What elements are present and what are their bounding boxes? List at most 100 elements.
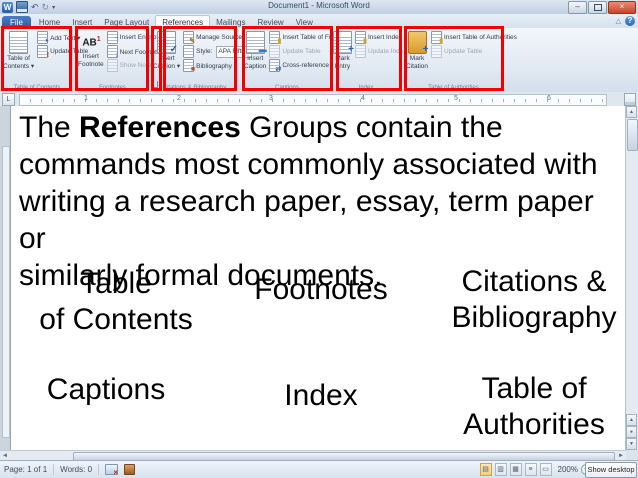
- group-label-table-of-contents: Table of Contents: [13, 85, 61, 91]
- insert-caption-button[interactable]: ▬ Insert Caption: [243, 28, 267, 92]
- proofing-errors-icon[interactable]: [105, 464, 119, 477]
- insert-endnote-icon: ¯: [106, 31, 119, 45]
- style-icon: [183, 45, 195, 58]
- web-layout-icon[interactable]: ▦: [509, 463, 522, 476]
- divider: [53, 464, 55, 475]
- tab-review[interactable]: Review: [251, 16, 289, 28]
- document-page[interactable]: The References Groups contain the comman…: [10, 106, 627, 450]
- table-of-contents-button[interactable]: Table of Contents ▾: [2, 28, 35, 92]
- show-notes-icon: [106, 59, 118, 72]
- grid-index: Index: [284, 379, 358, 412]
- update-index-button[interactable]: Update Index: [355, 45, 407, 58]
- help-icon[interactable]: ?: [625, 16, 635, 26]
- group-table-of-authorities: + Mark Citation ▮ Insert Table of Author…: [405, 28, 517, 92]
- insert-footnote-icon: AB1: [82, 36, 101, 49]
- next-footnote-icon: ↓: [106, 45, 119, 59]
- tab-view[interactable]: View: [290, 16, 319, 28]
- group-citations-bibliography: ✓ Insert Citation ▾ ✎ Manage Sources Sty…: [152, 28, 252, 92]
- mark-citation-button[interactable]: + Mark Citation: [405, 28, 429, 92]
- tab-selector-button[interactable]: L: [2, 93, 15, 106]
- select-browse-object-icon[interactable]: ●: [626, 426, 637, 438]
- horizontal-ruler[interactable]: 1 2 3 4 5 6: [19, 94, 607, 106]
- insert-table-of-authorities-button[interactable]: ▮ Insert Table of Authorities: [431, 31, 517, 45]
- insert-citation-icon: ✓: [157, 31, 178, 55]
- restore-icon: [593, 4, 602, 11]
- mark-entry-button[interactable]: + Mark Entry: [332, 28, 354, 92]
- grid-citations-bibliography: Citations & Bibliography: [451, 265, 617, 334]
- scrollbar-corner: [626, 450, 638, 460]
- scroll-right-icon[interactable]: ►: [618, 452, 624, 460]
- tab-references[interactable]: References: [155, 15, 211, 28]
- word-window: W ↶ ↻ ▾ Document1 - Microsoft Word – × F…: [0, 0, 638, 478]
- ribbon: Table of Contents ▾ ‣ Add Text ▾ ! Updat…: [0, 28, 638, 93]
- restore-button[interactable]: [588, 1, 607, 14]
- mark-citation-icon: +: [407, 31, 429, 55]
- show-desktop-tooltip: Show desktop: [585, 462, 637, 478]
- insert-table-of-authorities-icon: ▮: [431, 31, 443, 45]
- zoom-level[interactable]: 200%: [558, 465, 578, 474]
- paragraph-line: writing a research paper, essay, term pa…: [19, 185, 594, 255]
- paragraph-line: commands most commonly associated with: [19, 148, 598, 181]
- paragraph-line: The References Groups contain the: [19, 111, 503, 144]
- next-page-icon[interactable]: ▼: [626, 438, 637, 450]
- insert-caption-icon: ▬: [245, 31, 267, 54]
- ribbon-tabs: File Home Insert Page Layout References …: [2, 14, 319, 28]
- table-of-contents-icon: [9, 31, 29, 54]
- update-table-authorities-icon: [431, 45, 443, 58]
- close-button[interactable]: ×: [608, 1, 636, 14]
- group-captions: ▬ Insert Caption ▮ Insert Table of Figur…: [243, 28, 347, 92]
- scroll-left-icon[interactable]: ◄: [2, 452, 8, 460]
- window-title: Document1 - Microsoft Word: [268, 1, 370, 10]
- draft-view-icon[interactable]: ▭: [539, 463, 552, 476]
- manage-sources-button[interactable]: ✎ Manage Sources: [183, 31, 251, 45]
- group-label-table-of-authorities: Table of Authorities: [428, 85, 479, 91]
- grid-table-of-authorities: Table of Authorities: [463, 372, 605, 441]
- full-screen-reading-icon[interactable]: ▥: [494, 463, 507, 476]
- update-table-authorities-button[interactable]: Update Table: [431, 45, 517, 58]
- grid-table-of-contents: Table of Contents: [39, 267, 193, 336]
- vertical-ruler[interactable]: [2, 146, 10, 438]
- cross-reference-icon: ⇄: [269, 59, 281, 73]
- window-controls: – ×: [568, 1, 636, 14]
- title-bar: W ↶ ↻ ▾ Document1 - Microsoft Word – ×: [0, 0, 638, 15]
- tab-mailings[interactable]: Mailings: [210, 16, 251, 28]
- tab-insert[interactable]: Insert: [66, 16, 98, 28]
- tab-page-layout[interactable]: Page Layout: [98, 16, 155, 28]
- grid-captions: Captions: [46, 373, 166, 406]
- ribbon-tab-row: File Home Insert Page Layout References …: [0, 14, 638, 28]
- update-table-captions-icon: [269, 45, 281, 58]
- word-count[interactable]: Words: 0: [60, 465, 92, 474]
- status-bar: Page: 1 of 1 Words: 0 ▤ ▥ ▦ ≡ ▭ 200% – S…: [0, 460, 638, 478]
- previous-page-icon[interactable]: ▲: [626, 414, 637, 426]
- scroll-up-icon[interactable]: ▲: [626, 106, 637, 118]
- tab-file[interactable]: File: [2, 16, 31, 28]
- tab-home[interactable]: Home: [33, 16, 66, 28]
- update-table-icon: !: [37, 45, 49, 59]
- group-index: + Mark Entry ▮ Insert Index Update Index…: [332, 28, 407, 92]
- page-count[interactable]: Page: 1 of 1: [4, 465, 47, 474]
- group-label-footnotes: Footnotes: [99, 85, 126, 91]
- group-label-captions: Captions: [275, 85, 299, 91]
- vertical-scroll-thumb[interactable]: [627, 119, 638, 151]
- insert-footnote-button[interactable]: AB1 Insert Footnote: [77, 28, 105, 92]
- view-ruler-button[interactable]: [624, 93, 636, 106]
- style-selector[interactable]: Style: APA Fifth▾: [183, 45, 252, 58]
- group-label-index: Index: [358, 85, 374, 91]
- minimize-button[interactable]: –: [568, 1, 587, 14]
- insert-citation-button[interactable]: ✓ Insert Citation ▾: [152, 28, 181, 92]
- ruler-row: L 1 2 3 4 5 6: [0, 92, 638, 107]
- group-table-of-contents: Table of Contents ▾ ‣ Add Text ▾ ! Updat…: [2, 28, 88, 92]
- minimize-ribbon-icon[interactable]: △: [616, 17, 621, 25]
- macro-recording-icon[interactable]: [124, 464, 136, 475]
- update-index-icon: [355, 45, 366, 58]
- bibliography-button[interactable]: ■ Bibliography ▾: [183, 59, 251, 73]
- insert-index-icon: ▮: [355, 31, 367, 45]
- vertical-scrollbar[interactable]: ▲ ▲ ● ▼: [625, 106, 638, 450]
- bibliography-icon: ■: [183, 59, 195, 73]
- insert-table-of-figures-icon: ▮: [269, 31, 281, 45]
- outline-view-icon[interactable]: ≡: [524, 463, 537, 476]
- mark-entry-icon: +: [333, 31, 354, 55]
- print-layout-view-icon[interactable]: ▤: [479, 463, 492, 476]
- insert-index-button[interactable]: ▮ Insert Index: [355, 31, 407, 45]
- group-label-citations-bibliography: Citations & Bibliography: [162, 85, 227, 91]
